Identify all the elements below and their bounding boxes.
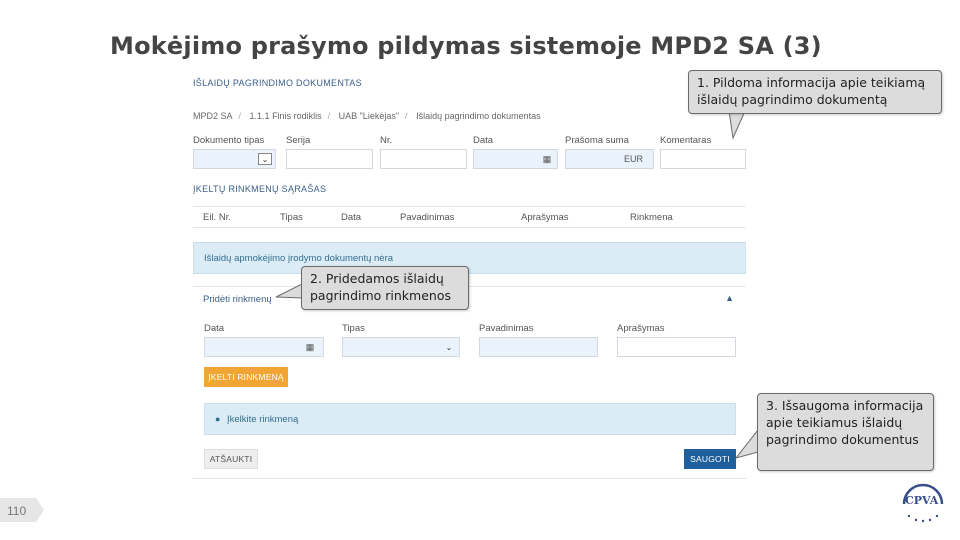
date-input[interactable]: ▦ [473, 149, 558, 169]
files-table-header: Eil. Nr. Tipas Data Pavadinimas Aprašyma… [193, 206, 746, 228]
file-name-input[interactable] [479, 337, 598, 357]
section-title-document: IŠLAIDŲ PAGRINDIMO DOKUMENTAS [193, 78, 362, 88]
file-type-select[interactable]: ⌄ [342, 337, 460, 357]
empty-files-message: Išlaidų apmokėjimo įrodymo dokumentų nėr… [204, 253, 394, 264]
comment-label: Komentaras [660, 135, 712, 146]
breadcrumb-item-current: Išlaidų pagrindimo dokumentas [416, 111, 541, 121]
doc-type-select[interactable]: ⌄ [193, 149, 276, 169]
file-date-label: Data [204, 323, 225, 334]
logo-text: CPVA [905, 494, 939, 507]
column-header: Tipas [280, 212, 303, 223]
file-type-label: Tipas [342, 323, 365, 334]
currency-label: EUR [623, 154, 643, 164]
date-label: Data [473, 135, 494, 146]
file-date-input[interactable]: ▦ [204, 337, 324, 357]
column-header: Aprašymas [521, 212, 569, 223]
save-button[interactable]: SAUGOTI [684, 449, 736, 469]
section-title-files: ĮKELTŲ RINKMENŲ SĄRAŠAS [193, 184, 327, 194]
page-number: 110 [7, 504, 27, 518]
calendar-icon[interactable]: ▦ [537, 150, 557, 168]
callout-1: 1. Pildoma informacija apie teikiamą išl… [688, 70, 942, 114]
file-description-input[interactable] [617, 337, 736, 357]
number-label: Nr. [380, 135, 393, 146]
chevron-down-icon: ⌄ [445, 342, 453, 352]
empty-files-alert: Išlaidų apmokėjimo įrodymo dokumentų nėr… [193, 242, 746, 274]
upload-info-alert: ● Įkelkite rinkmeną [204, 403, 736, 435]
panel-divider [192, 478, 747, 479]
doc-type-label: Dokumento tipas [193, 135, 265, 146]
callout-1-tail [728, 110, 746, 140]
cancel-button[interactable]: ATŠAUKTI [204, 449, 258, 469]
comment-input[interactable] [660, 149, 746, 169]
calendar-icon[interactable]: ▦ [297, 338, 323, 356]
upload-file-button[interactable]: ĮKELTI RINKMENĄ [204, 367, 288, 387]
callout-2: 2. Pridedamos išlaidų pagrindimo rinkmen… [301, 266, 469, 310]
amount-label: Prašoma suma [565, 135, 629, 146]
chevron-down-icon: ⌄ [258, 153, 272, 165]
callout-2-tail [275, 283, 303, 299]
column-header: Eil. Nr. [203, 212, 231, 223]
breadcrumb-item[interactable]: UAB "Liekėjas" [339, 111, 399, 121]
number-input[interactable] [380, 149, 467, 169]
series-input[interactable] [286, 149, 373, 169]
amount-input[interactable]: EUR [565, 149, 654, 169]
chevron-up-icon[interactable]: ▲ [725, 293, 734, 303]
add-file-title: Pridėti rinkmenų [203, 294, 272, 305]
upload-info-message: Įkelkite rinkmeną [227, 414, 299, 425]
info-icon: ● [215, 414, 221, 424]
breadcrumb-item[interactable]: 1.1.1 Finis rodiklis [250, 111, 322, 121]
file-name-label: Pavadinimas [479, 323, 534, 334]
callout-3: 3. Išsaugoma informacija apie teikiamus … [757, 393, 934, 471]
column-header: Data [341, 212, 362, 223]
series-label: Serija [286, 135, 311, 146]
slide-title: Mokėjimo prašymo pildymas sistemoje MPD2… [110, 32, 822, 60]
column-header: Rinkmena [630, 212, 673, 223]
column-header: Pavadinimas [400, 212, 455, 223]
breadcrumb: MPD2 SA/ 1.1.1 Finis rodiklis / UAB "Liek… [193, 111, 541, 121]
breadcrumb-item[interactable]: MPD2 SA [193, 111, 233, 121]
file-description-label: Aprašymas [617, 323, 665, 334]
